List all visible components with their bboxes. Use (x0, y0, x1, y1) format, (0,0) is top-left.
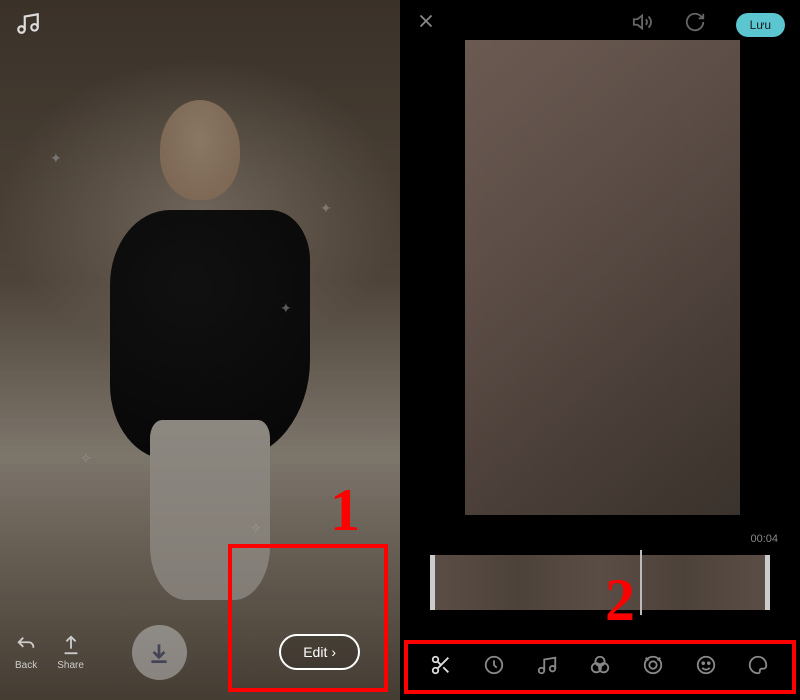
back-label: Back (15, 660, 37, 671)
beauty-icon[interactable] (638, 650, 668, 680)
chevron-right-icon: › (331, 644, 336, 660)
music-tool-icon[interactable] (532, 650, 562, 680)
video-preview[interactable] (465, 40, 740, 515)
edit-label: Edit (303, 644, 327, 660)
timestamp: 00:04 (750, 533, 778, 545)
annotation-number-2: 2 (605, 566, 635, 635)
tool-bar (410, 643, 790, 687)
right-screen: Lưu 00:04 (400, 0, 800, 700)
filter-icon[interactable] (585, 650, 615, 680)
music-icon[interactable] (15, 10, 41, 43)
volume-icon[interactable] (632, 11, 654, 38)
timeline-handle-right[interactable] (765, 555, 770, 610)
share-button[interactable]: Share (57, 634, 84, 671)
refresh-icon[interactable] (684, 11, 706, 38)
timeline-playhead[interactable] (640, 550, 642, 615)
download-button[interactable] (132, 625, 187, 680)
cut-icon[interactable] (426, 650, 456, 680)
timeline-track[interactable] (435, 555, 765, 610)
save-label: Lưu (750, 18, 771, 32)
timeline[interactable] (430, 555, 770, 610)
dim-overlay (0, 0, 400, 700)
close-button[interactable] (415, 10, 437, 39)
share-label: Share (57, 660, 84, 671)
back-button[interactable]: Back (15, 634, 37, 671)
canvas-icon[interactable] (743, 650, 773, 680)
edit-button[interactable]: Edit › (279, 634, 360, 670)
annotation-number-1: 1 (330, 476, 360, 545)
sticker-icon[interactable] (691, 650, 721, 680)
top-bar: Lưu (400, 10, 800, 39)
save-button[interactable]: Lưu (736, 13, 785, 37)
speed-icon[interactable] (479, 650, 509, 680)
left-screen: ✦ ✦ ✧ ✦ ✧ Back Share Edit (0, 0, 400, 700)
